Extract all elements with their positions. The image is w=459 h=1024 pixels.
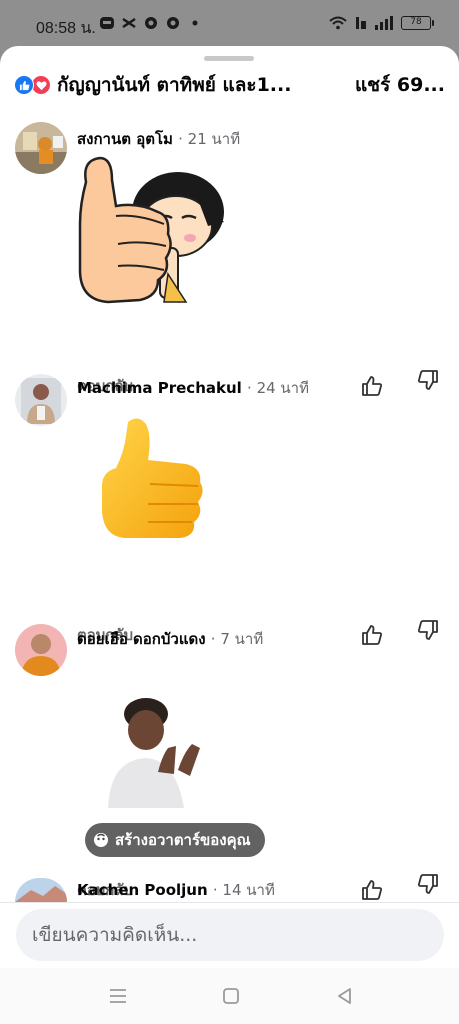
avatar-face-icon	[94, 833, 108, 847]
shares-count[interactable]: แชร์ 69...	[355, 70, 445, 100]
author-name[interactable]: Machima Prechakul	[77, 379, 242, 397]
chrome-icon	[167, 17, 179, 29]
avatar[interactable]	[15, 122, 67, 174]
comment-author[interactable]: Machima Prechakul · 24 นาที	[77, 376, 309, 400]
avatar[interactable]	[15, 374, 67, 426]
system-nav-bar	[0, 968, 459, 1024]
comment-input[interactable]: เขียนความคิดเห็น...	[16, 909, 444, 961]
comment-timestamp: · 14 นาที	[212, 881, 275, 899]
composer-divider	[0, 902, 459, 903]
like-reaction-icon	[14, 75, 34, 95]
wifi-icon	[329, 16, 347, 30]
comment-author[interactable]: ดอยเฮือ ดอกบัวแดง · 7 นาที	[77, 627, 263, 651]
avatar-sticker-clapping[interactable]	[106, 696, 202, 808]
love-reaction-icon	[31, 75, 51, 95]
comments-sheet: กัญญานันท์ ตาทิพย์ และ1... แชร์ 69... สง…	[0, 46, 459, 968]
volte-icon	[356, 17, 366, 29]
avatar[interactable]	[15, 878, 67, 902]
avatar[interactable]	[15, 624, 67, 676]
thumbs-up-icon[interactable]	[360, 623, 384, 647]
menu-icon[interactable]	[107, 986, 129, 1006]
dot-icon	[192, 20, 198, 26]
reactors-names[interactable]: กัญญานันท์ ตาทิพย์ และ1...	[57, 70, 291, 100]
status-bar: 08:58 น. 78	[0, 0, 459, 46]
create-avatar-button[interactable]: สร้างอวาตาร์ของคุณ	[85, 823, 265, 857]
thumbs-down-icon[interactable]	[416, 618, 440, 642]
thumbs-down-icon[interactable]	[416, 368, 440, 392]
sheet-drag-handle[interactable]	[204, 56, 254, 61]
comment-author[interactable]: Kachen Pooljun · 14 นาที	[77, 878, 275, 902]
comment-timestamp: · 21 นาที	[178, 130, 241, 148]
author-name[interactable]: Kachen Pooljun	[77, 881, 208, 899]
thumbs-down-icon[interactable]	[416, 872, 440, 896]
status-time: 08:58 น.	[36, 20, 96, 37]
thumbs-up-icon[interactable]	[360, 878, 384, 902]
comment-timestamp: · 24 นาที	[247, 379, 309, 397]
reactions-summary[interactable]: กัญญานันท์ ตาทิพย์ และ1... แชร์ 69...	[14, 70, 445, 100]
notification-icons	[100, 16, 202, 30]
author-name[interactable]: ดอยเฮือ ดอกบัวแดง	[77, 630, 206, 648]
back-icon[interactable]	[334, 986, 356, 1006]
capcut-icon	[122, 17, 136, 29]
thumbs-up-icon[interactable]	[360, 374, 384, 398]
author-name[interactable]: สงกานต อุตโม	[77, 130, 173, 148]
comment-timestamp: · 7 นาที	[210, 630, 264, 648]
battery-indicator: 78	[401, 16, 434, 30]
comment-author[interactable]: สงกานต อุตโม · 21 นาที	[77, 127, 240, 151]
chrome-icon	[145, 17, 157, 29]
signal-icon	[375, 16, 393, 30]
line-icon	[100, 17, 114, 29]
system-icons: 78	[329, 16, 434, 30]
sticker-thumbs-up-girl[interactable]	[78, 154, 228, 310]
home-icon[interactable]	[220, 986, 242, 1006]
create-avatar-label: สร้างอวาตาร์ของคุณ	[115, 831, 251, 849]
thumbs-up-emoji[interactable]	[98, 416, 208, 542]
